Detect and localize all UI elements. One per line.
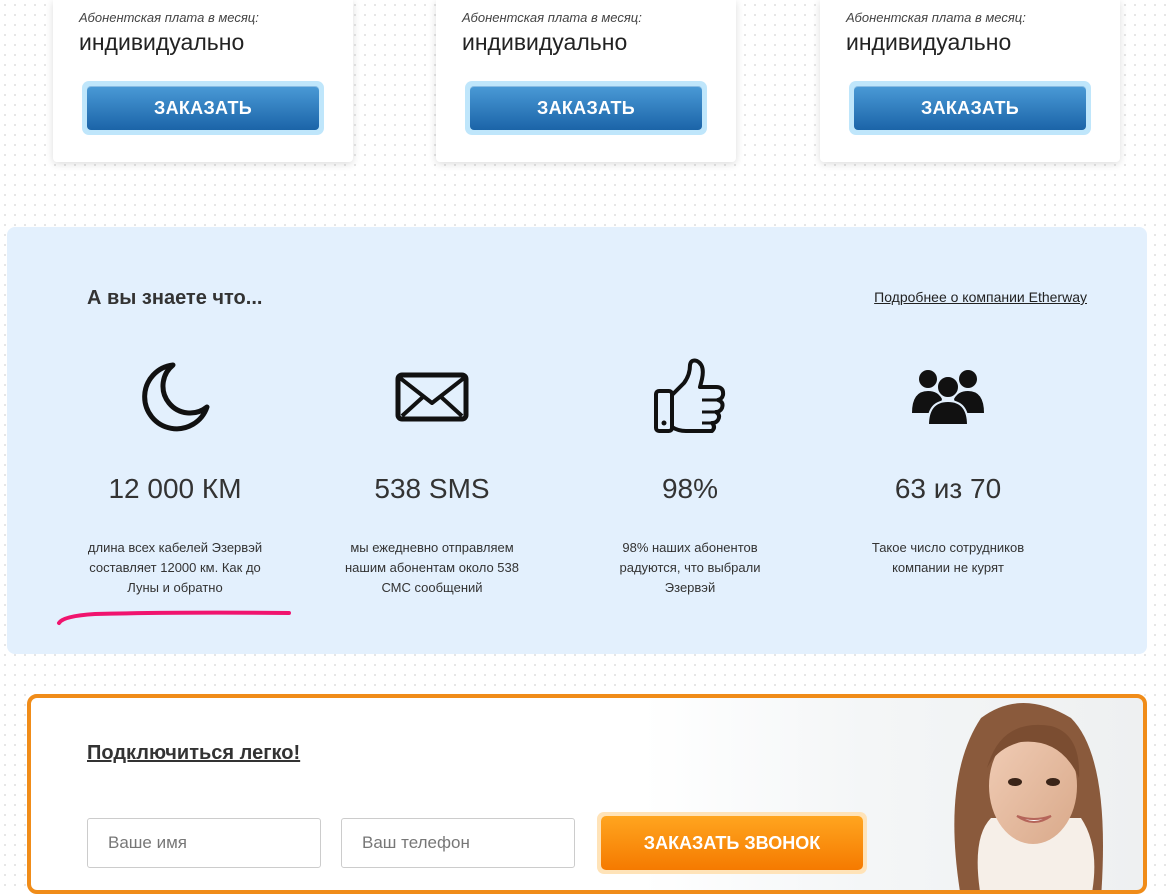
fact-description: 98% наших абонентов радуются, что выбрал… (619, 540, 761, 595)
order-button-frame: ЗАКАЗАТЬ (82, 81, 324, 135)
about-company-link[interactable]: Подробнее о компании Etherway (874, 289, 1087, 305)
fact-value: 538 SMS (374, 473, 490, 504)
fact-value: 12 000 КМ (108, 473, 242, 504)
fact-item: 12 000 КМ длина всех кабелей Эзервэй сос… (55, 357, 295, 598)
fee-label: Абонентская плата в месяц: (846, 10, 1026, 25)
support-woman-photo (954, 703, 1103, 890)
moon-icon (55, 357, 295, 437)
highlight-underline (57, 610, 291, 625)
fee-value: индивидуально (79, 29, 245, 55)
fact-description: мы ежедневно отправляем нашим абонентам … (344, 540, 519, 595)
connect-title: Подключиться легко! (87, 742, 301, 764)
tariff-card: Абонентская плата в месяц: индивидуально… (436, 0, 736, 162)
connect-section: Подключиться легко! ЗАКАЗАТЬ ЗВОНОК (27, 694, 1147, 894)
fact-item: 98% 98% наших абонентов радуются, что вы… (570, 357, 810, 598)
envelope-icon (312, 357, 552, 437)
fact-item: 538 SMS мы ежедневно отправляем нашим аб… (312, 357, 552, 598)
order-button[interactable]: ЗАКАЗАТЬ (854, 86, 1086, 130)
fact-value: 63 из 70 (894, 473, 1002, 504)
facts-section: А вы знаете что... Подробнее о компании … (7, 227, 1147, 654)
fact-description: длина всех кабелей Эзервэй составляет 12… (87, 540, 263, 595)
name-input[interactable] (87, 818, 321, 868)
phone-input[interactable] (341, 818, 575, 868)
order-button-frame: ЗАКАЗАТЬ (849, 81, 1091, 135)
tariff-card: Абонентская плата в месяц: индивидуально… (53, 0, 353, 162)
thumbs-up-icon (570, 357, 810, 437)
fact-value: 98% (661, 473, 719, 504)
fee-value: индивидуально (846, 29, 1012, 55)
order-call-button[interactable]: ЗАКАЗАТЬ ЗВОНОК (601, 816, 863, 870)
tariff-card: Абонентская плата в месяц: индивидуально… (820, 0, 1120, 162)
order-button[interactable]: ЗАКАЗАТЬ (470, 86, 702, 130)
fact-item: 63 из 70 Такое число сотрудников компани… (828, 357, 1068, 578)
fee-label: Абонентская плата в месяц: (79, 10, 259, 25)
fee-label: Абонентская плата в месяц: (462, 10, 642, 25)
fact-description: Такое число сотрудников компании не куря… (871, 540, 1025, 575)
users-icon (828, 357, 1068, 437)
order-button[interactable]: ЗАКАЗАТЬ (87, 86, 319, 130)
fee-value: индивидуально (462, 29, 628, 55)
order-button-frame: ЗАКАЗАТЬ (465, 81, 707, 135)
facts-title: А вы знаете что... (87, 287, 263, 309)
call-button-frame: ЗАКАЗАТЬ ЗВОНОК (597, 812, 867, 874)
